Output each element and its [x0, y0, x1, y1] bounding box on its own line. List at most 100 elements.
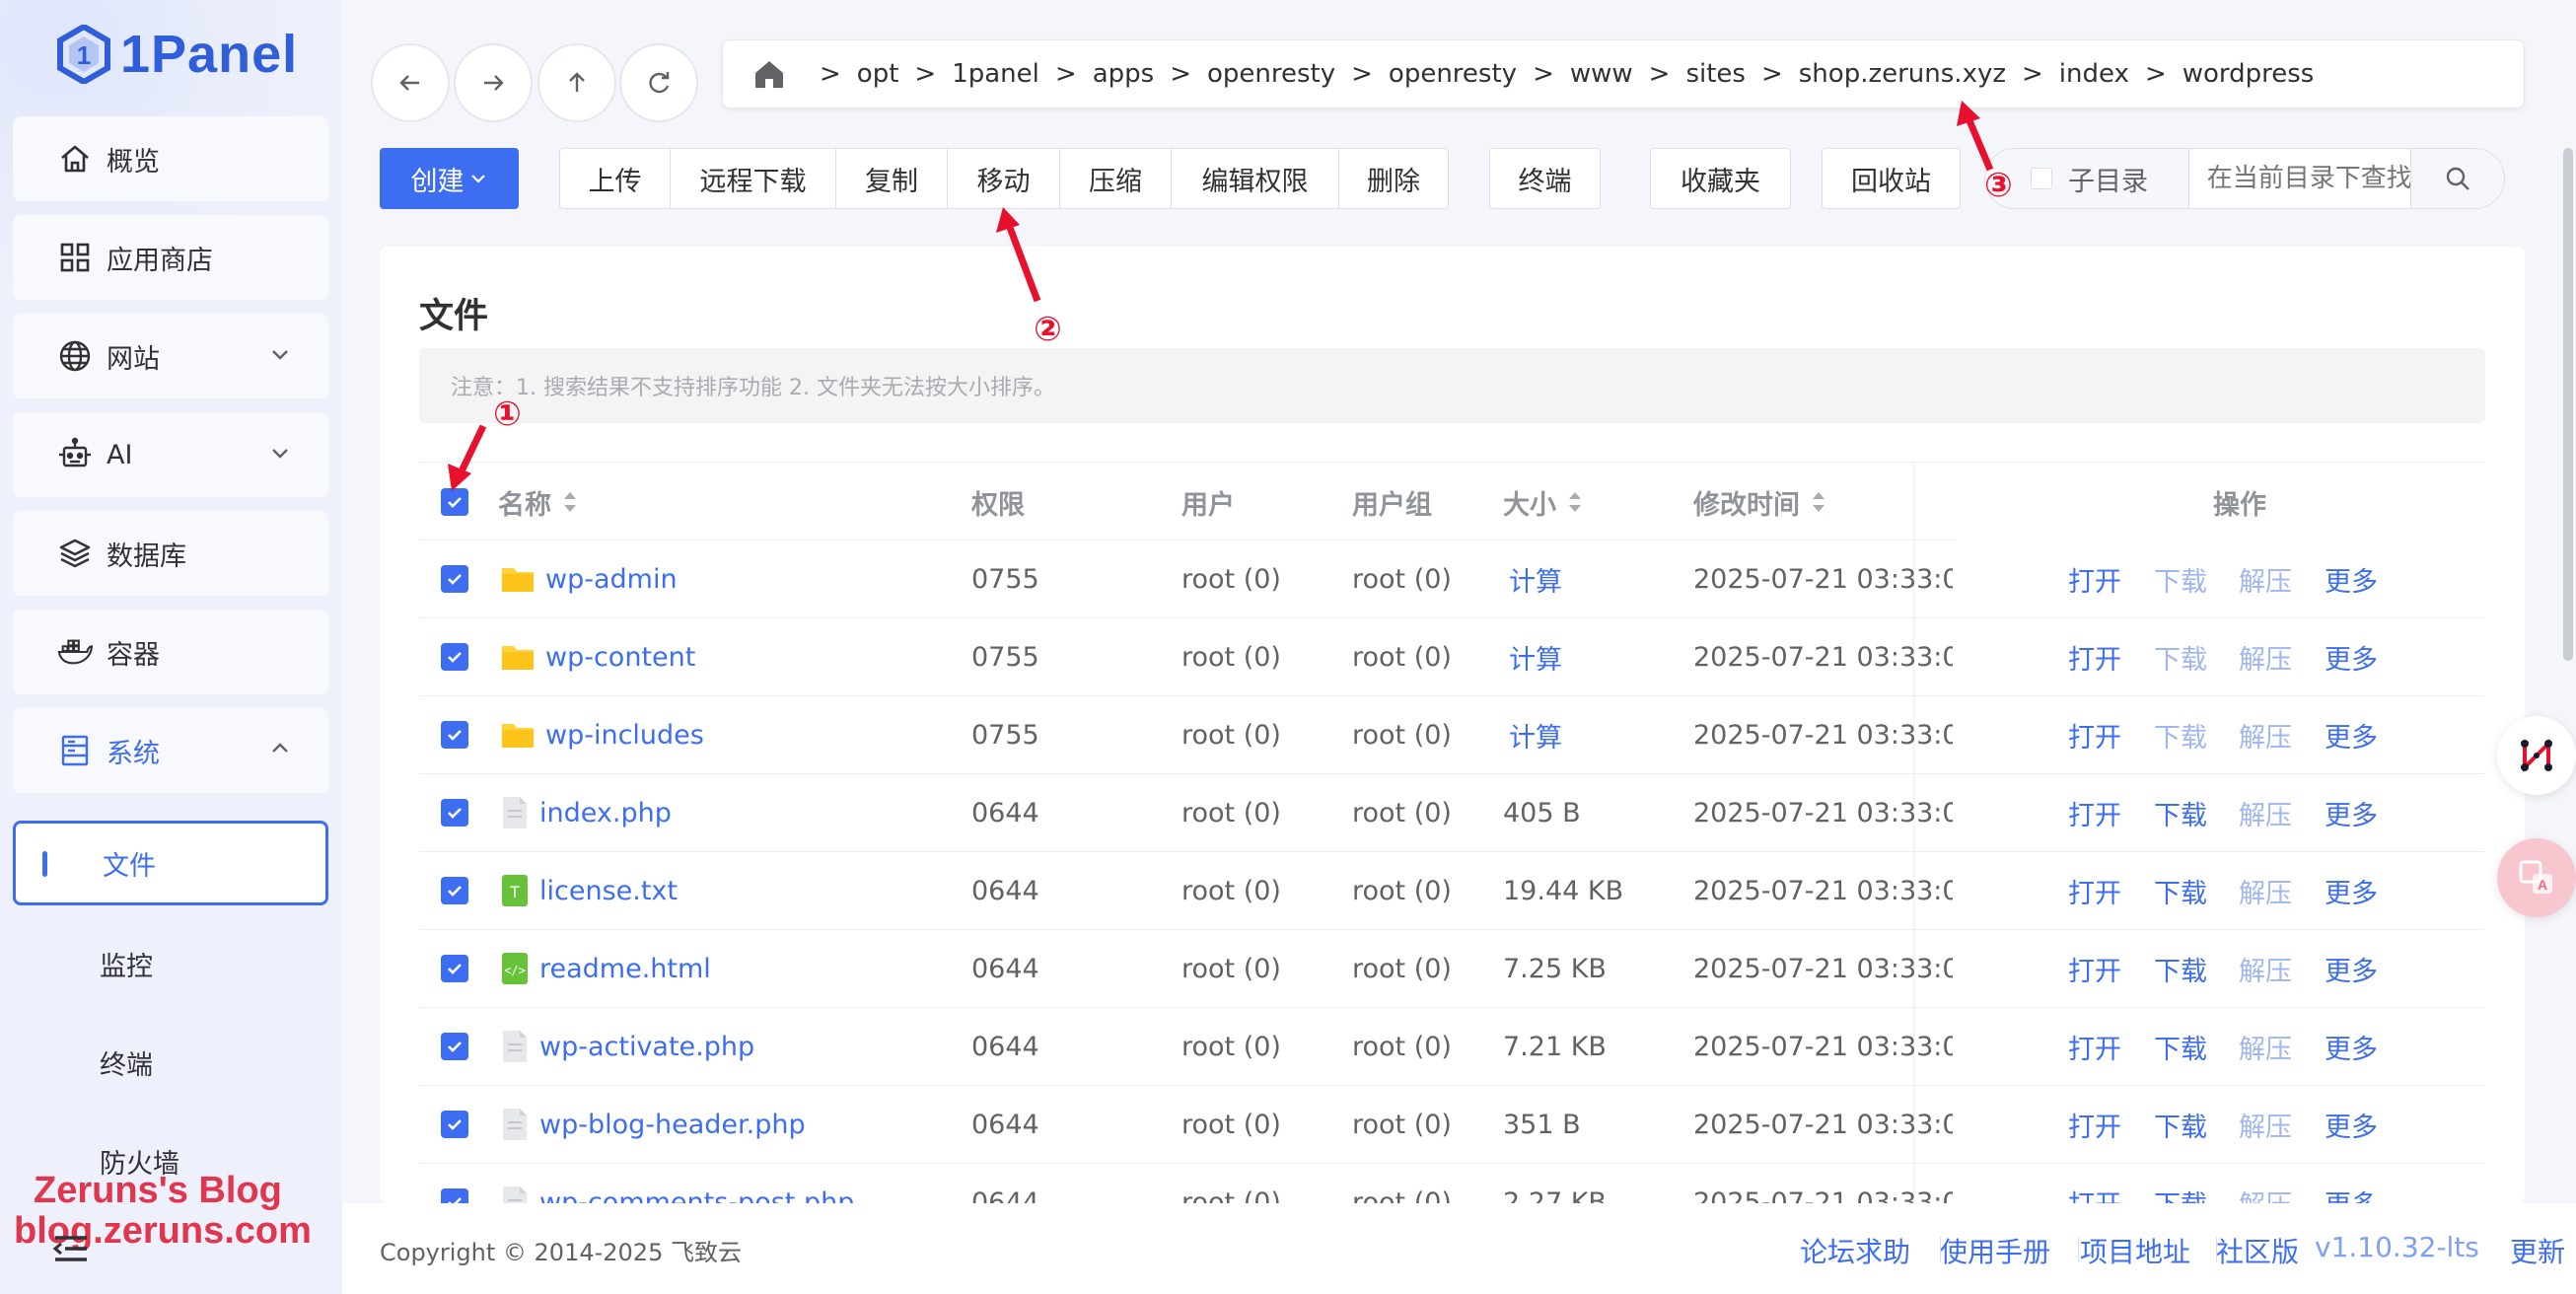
breadcrumb-item[interactable]: openresty — [1207, 59, 1335, 89]
table-row[interactable]: wp-activate.php 0644 root (0) root (0) 7… — [419, 1008, 2485, 1086]
table-row[interactable]: wp-includes 0755 root (0) root (0) 计算 20… — [419, 696, 2485, 774]
header-mtime[interactable]: 修改时间 — [1693, 463, 1827, 541]
sidebar-item-container[interactable]: 容器 — [13, 610, 328, 694]
terminal-button[interactable]: 终端 — [1489, 148, 1601, 209]
breadcrumb-item[interactable]: shop.zeruns.xyz — [1799, 59, 2006, 89]
back-button[interactable] — [371, 43, 450, 122]
subdir-toggle[interactable]: 子目录 — [1985, 149, 2189, 208]
sidebar-subitem-terminal[interactable]: 终端 — [13, 1020, 328, 1105]
breadcrumb-item[interactable]: www — [1570, 59, 1633, 89]
row-checkbox[interactable] — [441, 643, 468, 671]
table-row[interactable]: T license.txt 0644 root (0) root (0) 19.… — [419, 852, 2485, 930]
download-link[interactable]: 下载 — [2154, 852, 2207, 929]
name-cell[interactable]: wp-blog-header.php — [500, 1086, 964, 1163]
breadcrumb-item-current[interactable]: wordpress — [2182, 59, 2315, 89]
download-link[interactable]: 下载 — [2154, 1164, 2207, 1204]
name-cell[interactable]: wp-activate.php — [500, 1008, 964, 1085]
up-button[interactable] — [537, 43, 616, 122]
remote-download-button[interactable]: 远程下载 — [670, 148, 836, 209]
open-link[interactable]: 打开 — [2068, 774, 2121, 851]
subdir-checkbox[interactable] — [2031, 168, 2052, 189]
row-checkbox[interactable] — [441, 1111, 468, 1138]
sidebar-item-appstore[interactable]: 应用商店 — [13, 215, 328, 300]
footer-link-update[interactable]: 更新 — [2510, 1231, 2565, 1270]
open-link[interactable]: 打开 — [2068, 1164, 2121, 1204]
table-row[interactable]: wp-content 0755 root (0) root (0) 计算 202… — [419, 618, 2485, 696]
name-cell[interactable]: wp-admin — [500, 540, 964, 617]
refresh-button[interactable] — [619, 43, 698, 122]
more-link[interactable]: 更多 — [2325, 1008, 2378, 1085]
file-name-link[interactable]: wp-content — [545, 642, 695, 673]
select-all-cell[interactable] — [441, 463, 468, 541]
row-select-cell[interactable] — [441, 1086, 468, 1163]
table-row[interactable]: wp-admin 0755 root (0) root (0) 计算 2025-… — [419, 540, 2485, 618]
copy-button[interactable]: 复制 — [835, 148, 948, 209]
table-row[interactable]: wp-comments-post.php 0644 root (0) root … — [419, 1164, 2485, 1203]
favorites-button[interactable]: 收藏夹 — [1650, 148, 1791, 209]
file-name-link[interactable]: wp-includes — [545, 720, 704, 751]
move-button[interactable]: 移动 — [947, 148, 1060, 209]
sidebar-subitem-files[interactable]: 文件 — [13, 821, 328, 905]
open-link[interactable]: 打开 — [2068, 618, 2121, 695]
header-name[interactable]: 名称 — [498, 463, 579, 541]
sidebar-item-ai[interactable]: AI — [13, 412, 328, 497]
footer-link-project[interactable]: 项目地址 — [2080, 1231, 2190, 1270]
file-name-link[interactable]: wp-activate.php — [539, 1032, 754, 1062]
breadcrumb-item-index[interactable]: index — [2059, 59, 2129, 89]
create-button[interactable]: 创建 — [380, 148, 519, 209]
row-select-cell[interactable] — [441, 618, 468, 695]
row-checkbox[interactable] — [441, 721, 468, 749]
footer-link-docs[interactable]: 使用手册 — [1940, 1231, 2050, 1270]
upload-button[interactable]: 上传 — [559, 148, 671, 209]
breadcrumb-item[interactable]: opt — [857, 59, 899, 89]
more-link[interactable]: 更多 — [2325, 774, 2378, 851]
search-button[interactable] — [2409, 149, 2504, 208]
open-link[interactable]: 打开 — [2068, 1086, 2121, 1163]
file-name-link[interactable]: license.txt — [539, 876, 678, 906]
name-cell[interactable]: wp-content — [500, 618, 964, 695]
search-input[interactable] — [2188, 149, 2410, 208]
file-name-link[interactable]: readme.html — [539, 954, 711, 984]
open-link[interactable]: 打开 — [2068, 696, 2121, 773]
sidebar-subitem-monitor[interactable]: 监控 — [13, 921, 328, 1006]
breadcrumb-item[interactable]: sites — [1685, 59, 1746, 89]
file-name-link[interactable]: wp-blog-header.php — [539, 1110, 806, 1140]
sidebar-item-website[interactable]: 网站 — [13, 314, 328, 398]
open-link[interactable]: 打开 — [2068, 930, 2121, 1007]
name-cell[interactable]: index.php — [500, 774, 964, 851]
recycle-bin-button[interactable]: 回收站 — [1822, 148, 1961, 209]
sidebar-item-system[interactable]: 系统 — [13, 708, 328, 793]
table-row[interactable]: </> readme.html 0644 root (0) root (0) 7… — [419, 930, 2485, 1008]
download-link[interactable]: 下载 — [2154, 1008, 2207, 1085]
footer-link-forum[interactable]: 论坛求助 — [1800, 1231, 1910, 1270]
open-link[interactable]: 打开 — [2068, 540, 2121, 617]
more-link[interactable]: 更多 — [2325, 930, 2378, 1007]
delete-button[interactable]: 删除 — [1338, 148, 1449, 209]
more-link[interactable]: 更多 — [2325, 696, 2378, 773]
file-name-link[interactable]: index.php — [539, 798, 672, 828]
compress-button[interactable]: 压缩 — [1059, 148, 1172, 209]
row-checkbox[interactable] — [441, 877, 468, 904]
sidebar-item-overview[interactable]: 概览 — [13, 116, 328, 201]
select-all-checkbox[interactable] — [441, 488, 468, 516]
ai-assistant-button[interactable] — [2497, 716, 2576, 795]
file-name-link[interactable]: wp-admin — [545, 564, 678, 595]
breadcrumb-item[interactable]: openresty — [1389, 59, 1517, 89]
more-link[interactable]: 更多 — [2325, 540, 2378, 617]
open-link[interactable]: 打开 — [2068, 1008, 2121, 1085]
row-checkbox[interactable] — [441, 565, 468, 593]
download-link[interactable]: 下载 — [2154, 1086, 2207, 1163]
download-link[interactable]: 下载 — [2154, 774, 2207, 851]
name-cell[interactable]: wp-includes — [500, 696, 964, 773]
more-link[interactable]: 更多 — [2325, 618, 2378, 695]
logo[interactable]: 1 1Panel — [57, 24, 298, 85]
translate-button[interactable]: A — [2497, 838, 2576, 917]
file-name-link[interactable]: wp-comments-post.php — [539, 1187, 854, 1204]
row-select-cell[interactable] — [441, 852, 468, 929]
sidebar-item-database[interactable]: 数据库 — [13, 511, 328, 596]
row-select-cell[interactable] — [441, 930, 468, 1007]
more-link[interactable]: 更多 — [2325, 1164, 2378, 1204]
row-select-cell[interactable] — [441, 1008, 468, 1085]
table-row[interactable]: index.php 0644 root (0) root (0) 405 B 2… — [419, 774, 2485, 852]
download-link[interactable]: 下载 — [2154, 930, 2207, 1007]
